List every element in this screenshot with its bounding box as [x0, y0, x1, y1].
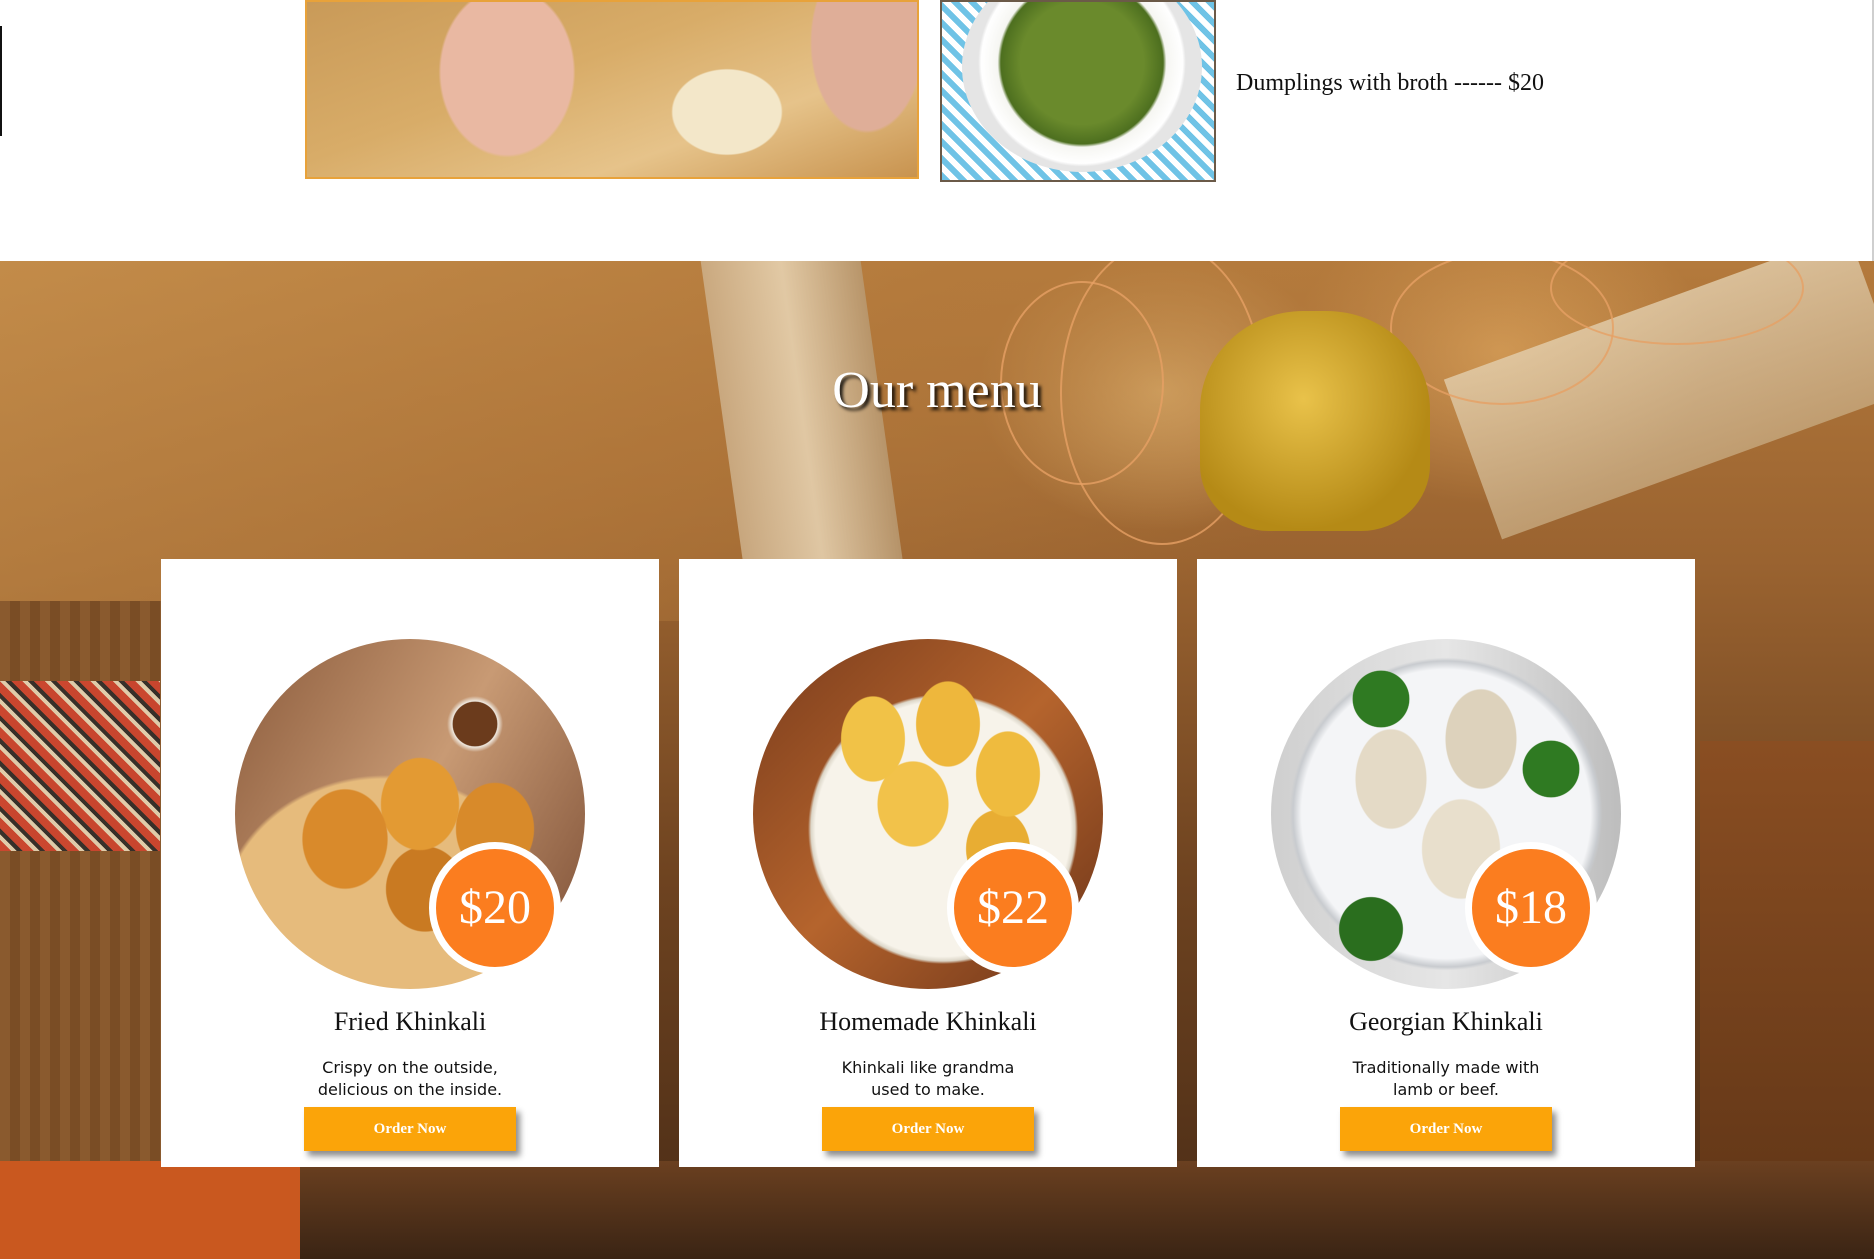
order-now-button[interactable]: Order Now — [822, 1107, 1034, 1151]
dough-hands-photo — [305, 0, 919, 179]
dish-name: Georgian Khinkali — [1349, 1007, 1543, 1036]
top-gallery-strip: Dumplings with broth ------ $20 — [0, 0, 1874, 261]
left-edge-rule — [0, 26, 2, 136]
dumpling-soup-photo — [940, 0, 1216, 182]
dish-description: Traditionally made with lamb or beef. — [1352, 1058, 1540, 1099]
golden-pendant-decor — [1200, 311, 1430, 531]
dumplings-broth-caption: Dumplings with broth ------ $20 — [1236, 70, 1544, 96]
dish-name: Homemade Khinkali — [819, 1007, 1037, 1036]
order-now-button[interactable]: Order Now — [1340, 1107, 1552, 1151]
soup-bowl-shape — [962, 2, 1202, 172]
order-now-button[interactable]: Order Now — [304, 1107, 516, 1151]
dish-description: Crispy on the outside, delicious on the … — [317, 1058, 503, 1099]
menu-card-fried-khinkali: $20 Fried Khinkali Crispy on the outside… — [161, 559, 659, 1167]
dish-description: Khinkali like grandma used to make. — [841, 1058, 1015, 1099]
dish-name: Fried Khinkali — [333, 1007, 487, 1036]
menu-section: Our menu $20 Fried Khinkali Crispy on th… — [0, 261, 1874, 1259]
patterned-textile-decor — [0, 681, 160, 851]
menu-card-homemade-khinkali: $22 Homemade Khinkali Khinkali like gran… — [679, 559, 1177, 1167]
price-badge: $18 — [1465, 842, 1597, 974]
menu-title: Our menu — [832, 362, 1042, 419]
menu-card-georgian-khinkali: $18 Georgian Khinkali Traditionally made… — [1197, 559, 1695, 1167]
price-badge: $22 — [947, 842, 1079, 974]
price-badge: $20 — [429, 842, 561, 974]
orange-sofa-decor — [0, 1161, 300, 1259]
